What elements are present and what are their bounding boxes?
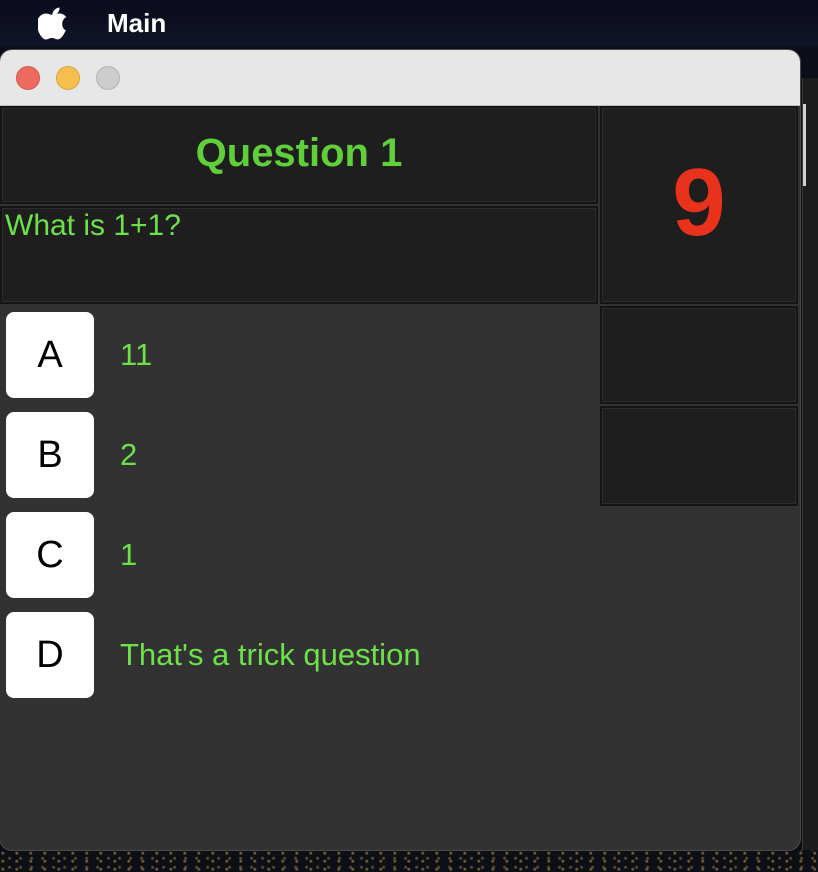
timer-panel: 9 bbox=[600, 106, 798, 304]
side-panel-2 bbox=[600, 406, 798, 506]
answer-c-button[interactable]: C bbox=[6, 512, 94, 598]
answer-a-text: 11 bbox=[120, 337, 153, 372]
question-title-panel: Question 1 bbox=[0, 106, 598, 204]
answer-c-text: 1 bbox=[120, 537, 138, 572]
apple-logo-icon[interactable] bbox=[38, 6, 70, 40]
answer-d-text: That's a trick question bbox=[120, 637, 421, 672]
window-titlebar[interactable] bbox=[0, 50, 800, 106]
question-text: What is 1+1? bbox=[5, 209, 181, 242]
countdown-timer: 9 bbox=[672, 149, 726, 256]
zoom-window-button[interactable] bbox=[96, 66, 120, 90]
question-title: Question 1 bbox=[195, 131, 403, 175]
menu-bar: Main bbox=[0, 0, 818, 46]
app-window: Question 1 What is 1+1? 9 A 11 B 2 C 1 D… bbox=[0, 50, 800, 850]
desktop-wallpaper bbox=[0, 850, 818, 872]
answer-b-button[interactable]: B bbox=[6, 412, 94, 498]
background-window-edge bbox=[802, 78, 818, 872]
answer-d-button[interactable]: D bbox=[6, 612, 94, 698]
side-panel-1 bbox=[600, 306, 798, 404]
answer-b-text: 2 bbox=[120, 437, 138, 472]
menu-app-name[interactable]: Main bbox=[107, 8, 166, 38]
minimize-window-button[interactable] bbox=[56, 66, 80, 90]
question-text-panel: What is 1+1? bbox=[0, 206, 598, 304]
background-scrollbar bbox=[803, 104, 806, 186]
answer-a-button[interactable]: A bbox=[6, 312, 94, 398]
close-window-button[interactable] bbox=[16, 66, 40, 90]
